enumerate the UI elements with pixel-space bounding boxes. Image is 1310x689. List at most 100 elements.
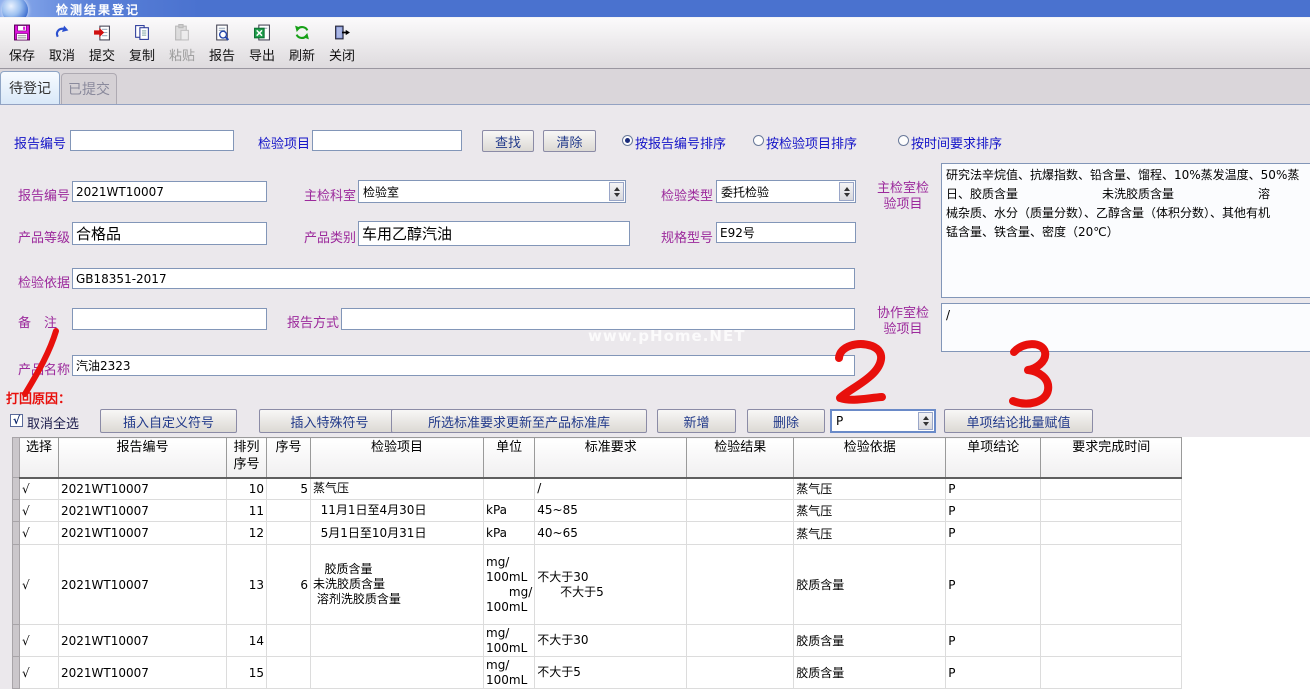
cell-requirement: 不大于30 — [535, 625, 687, 657]
cell-selected: √ — [20, 522, 59, 545]
cancel-button[interactable]: 取消 — [42, 20, 82, 68]
row-indicator[interactable] — [13, 657, 20, 689]
column-header-order_no[interactable]: 排列序号 — [227, 438, 267, 478]
main-items-textarea[interactable]: 研究法辛烷值、抗爆指数、铅含量、馏程、10%蒸发温度、50%蒸日、胶质含量 未洗… — [941, 163, 1310, 298]
table-row[interactable]: √2021WT10007105蒸气压/蒸气压P — [13, 478, 1182, 500]
action-button-1[interactable]: 插入特殊符号 — [259, 409, 400, 433]
tab-submitted[interactable]: 已提交 — [61, 73, 117, 104]
cell-selected: √ — [20, 500, 59, 522]
sort-radio-2[interactable] — [898, 135, 909, 146]
cell-seq: 5 — [267, 478, 311, 500]
cell-conclusion: P — [946, 478, 1041, 500]
cell-conclusion: P — [946, 522, 1041, 545]
cell-basis: 蒸气压 — [794, 522, 946, 545]
tab-strip: 待登记 已提交 — [0, 69, 1310, 105]
uncheck-all-checkbox[interactable]: √ — [10, 414, 23, 427]
cell-order_no: 11 — [227, 500, 267, 522]
report-no-field[interactable] — [72, 181, 267, 202]
column-header-report_no[interactable]: 报告编号 — [59, 438, 227, 478]
cell-selected: √ — [20, 657, 59, 689]
row-indicator[interactable] — [13, 522, 20, 545]
row-indicator[interactable] — [13, 545, 20, 625]
table-row[interactable]: √2021WT1000715mg/100mL不大于5胶质含量P — [13, 657, 1182, 689]
product-type-field[interactable] — [358, 221, 630, 246]
coop-items-textarea[interactable]: / — [941, 303, 1310, 352]
spinner-icon[interactable] — [839, 182, 854, 201]
cell-result — [687, 478, 794, 500]
item-search-input[interactable] — [312, 130, 462, 151]
close-button-label: 关闭 — [329, 45, 355, 64]
close-icon — [333, 24, 351, 44]
action-button-4[interactable]: 删除 — [747, 409, 825, 433]
cell-report_no: 2021WT10007 — [59, 478, 227, 500]
column-header-result[interactable]: 检验结果 — [687, 438, 794, 478]
cell-due — [1041, 478, 1182, 500]
cell-result — [687, 657, 794, 689]
export-button[interactable]: 导出 — [242, 20, 282, 68]
spinner-icon[interactable] — [609, 182, 624, 201]
remark-field[interactable] — [72, 308, 267, 330]
column-header-due[interactable]: 要求完成时间 — [1041, 438, 1182, 478]
inspect-basis-label: 检验依据 — [18, 272, 70, 291]
cell-due — [1041, 545, 1182, 625]
table-row[interactable]: √2021WT1000712 5月1日至10月31日kPa40~65蒸气压P — [13, 522, 1182, 545]
column-header-item[interactable]: 检验项目 — [311, 438, 484, 478]
column-header-selected[interactable]: 选择 — [20, 438, 59, 478]
cell-item — [311, 625, 484, 657]
column-header-basis[interactable]: 检验依据 — [794, 438, 946, 478]
cell-seq — [267, 500, 311, 522]
column-header-conclusion[interactable]: 单项结论 — [946, 438, 1041, 478]
column-header-seq[interactable]: 序号 — [267, 438, 311, 478]
return-reason-label: 打回原因： — [6, 388, 71, 407]
item-search-label: 检验项目 — [258, 133, 310, 152]
action-button-2[interactable]: 所选标准要求更新至产品标准库 — [391, 409, 647, 433]
main-dept-combo[interactable]: 检验室 — [358, 180, 626, 203]
row-indicator[interactable] — [13, 625, 20, 657]
paste-button: 粘贴 — [162, 20, 202, 68]
row-indicator[interactable] — [13, 478, 20, 500]
toolbar: 保存取消提交复制粘贴报告导出刷新关闭 — [0, 17, 1310, 69]
table-row[interactable]: √2021WT1000711 11月1日至4月30日kPa45~85蒸气压P — [13, 500, 1182, 522]
cell-due — [1041, 500, 1182, 522]
clear-button[interactable]: 清除 — [543, 130, 596, 152]
cell-unit: kPa — [484, 522, 535, 545]
tab-pending[interactable]: 待登记 — [0, 71, 60, 104]
batch-assign-button[interactable]: 单项结论批量赋值 — [944, 409, 1093, 433]
cell-result — [687, 522, 794, 545]
report-no-search-input[interactable] — [70, 130, 234, 151]
action-button-0[interactable]: 插入自定义符号 — [100, 409, 237, 433]
inspect-basis-field[interactable] — [72, 268, 855, 289]
product-name-field[interactable] — [72, 355, 855, 376]
cell-due — [1041, 625, 1182, 657]
row-indicator[interactable] — [13, 500, 20, 522]
cell-item — [311, 657, 484, 689]
spec-model-label: 规格型号 — [661, 227, 713, 246]
product-grade-field[interactable] — [72, 222, 267, 245]
conclusion-combo[interactable]: P — [830, 409, 936, 433]
save-icon — [13, 24, 31, 44]
action-button-3[interactable]: 新增 — [657, 409, 736, 433]
submit-button[interactable]: 提交 — [82, 20, 122, 68]
cell-order_no: 10 — [227, 478, 267, 500]
report-button[interactable]: 报告 — [202, 20, 242, 68]
inspect-type-combo[interactable]: 委托检验 — [716, 180, 856, 203]
cell-basis: 蒸气压 — [794, 500, 946, 522]
copy-button[interactable]: 复制 — [122, 20, 162, 68]
sort-radio-1[interactable] — [753, 135, 764, 146]
refresh-icon — [293, 24, 311, 44]
cell-selected: √ — [20, 625, 59, 657]
refresh-button[interactable]: 刷新 — [282, 20, 322, 68]
cell-result — [687, 500, 794, 522]
close-button[interactable]: 关闭 — [322, 20, 362, 68]
table-row[interactable]: √2021WT10007136 胶质含量未洗胶质含量 溶剂洗胶质含量mg/100… — [13, 545, 1182, 625]
main-items-line: 锰含量、铁含量、密度（20℃） — [946, 223, 1310, 242]
column-header-requirement[interactable]: 标准要求 — [535, 438, 687, 478]
column-header-unit[interactable]: 单位 — [484, 438, 535, 478]
save-button[interactable]: 保存 — [2, 20, 42, 68]
find-button[interactable]: 查找 — [482, 130, 534, 152]
table-row[interactable]: √2021WT1000714mg/100mL不大于30胶质含量P — [13, 625, 1182, 657]
remark-label: 备 注 — [18, 312, 57, 331]
spec-model-field[interactable] — [716, 222, 856, 243]
spinner-icon[interactable] — [918, 412, 933, 430]
sort-radio-0[interactable] — [622, 135, 633, 146]
